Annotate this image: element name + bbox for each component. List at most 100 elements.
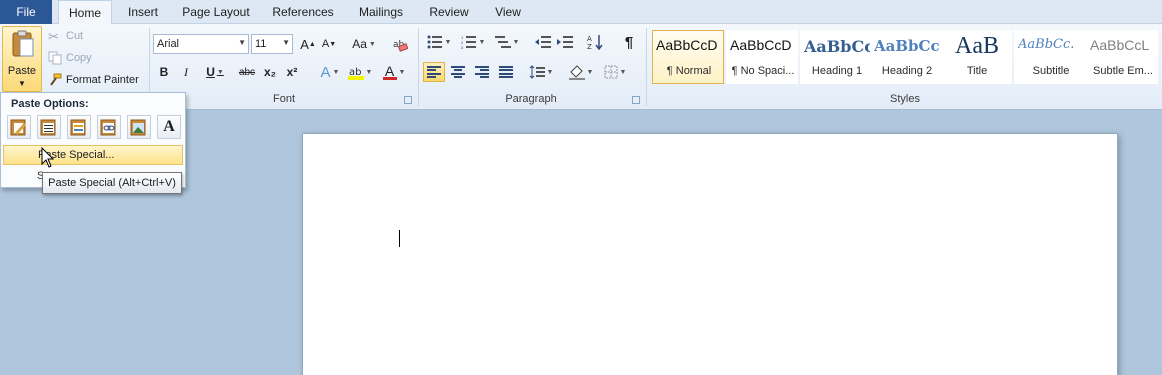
align-center-button[interactable] — [447, 62, 469, 82]
style-normal[interactable]: AaBbCcD ¶ Normal — [652, 30, 724, 84]
decrease-indent-icon — [535, 36, 551, 48]
cut-button[interactable]: ✂ Cut — [48, 26, 83, 46]
decrease-indent-button[interactable] — [532, 32, 554, 52]
underline-button[interactable]: U ▼ — [200, 62, 230, 82]
bullet-list-icon — [427, 35, 442, 49]
sort-button[interactable]: AZ — [584, 32, 606, 52]
subscript-button[interactable]: x₂ — [262, 62, 278, 82]
style-preview: AaBbCc — [874, 37, 940, 55]
paste-merge-formatting-option[interactable] — [37, 115, 61, 139]
chevron-down-icon[interactable]: ▼ — [3, 79, 41, 88]
increase-indent-icon — [557, 36, 573, 48]
text-only-icon: A — [163, 118, 175, 135]
svg-text:A: A — [587, 35, 592, 43]
style-subtle-emphasis[interactable]: AaBbCcL Subtle Em... — [1086, 30, 1158, 84]
chevron-down-icon[interactable]: ▼ — [238, 38, 246, 47]
tab-file[interactable]: File — [0, 0, 52, 24]
paste-link-option[interactable] — [97, 115, 121, 139]
chevron-down-icon[interactable]: ▼ — [282, 38, 290, 47]
grow-font-label: A — [300, 36, 309, 52]
tab-insert[interactable]: Insert — [118, 0, 168, 24]
shading-button[interactable]: ▼ — [566, 62, 596, 82]
style-subtitle[interactable]: AaBbCc. Subtitle — [1014, 30, 1086, 84]
tab-review[interactable]: Review — [422, 0, 476, 24]
numbering-button[interactable]: 1 2 3 ▼ — [458, 32, 488, 52]
bold-button[interactable]: B — [156, 62, 172, 82]
font-color-swatch — [382, 76, 397, 80]
style-preview: AaBbCcD — [730, 37, 792, 53]
increase-indent-button[interactable] — [554, 32, 576, 52]
group-divider — [418, 28, 419, 106]
document-page[interactable] — [302, 133, 1118, 375]
justify-button[interactable] — [495, 62, 517, 82]
paste-special-menu-item[interactable]: Paste Special... — [3, 145, 183, 165]
underline-label: U — [206, 65, 215, 79]
superscript-button[interactable]: x² — [284, 62, 300, 82]
style-no-spacing[interactable]: AaBbCcD ¶ No Spaci... — [726, 30, 798, 84]
style-name: Heading 1 — [811, 65, 863, 77]
svg-text:3: 3 — [461, 45, 464, 49]
font-color-button[interactable]: A ▼ — [380, 62, 408, 82]
tab-mailings[interactable]: Mailings — [350, 0, 412, 24]
paragraph-group-label: Paragraph — [505, 93, 557, 105]
sort-az-icon: AZ — [587, 35, 603, 50]
shrink-font-label: A — [321, 38, 330, 50]
paste-picture-option[interactable] — [127, 115, 151, 139]
ribbon-tab-bar: File Home Insert Page Layout References … — [0, 0, 1162, 25]
style-heading-2[interactable]: AaBbCc Heading 2 — [870, 30, 942, 84]
text-effects-label: A — [320, 63, 331, 81]
style-preview: AaBbCc — [804, 37, 870, 56]
multilevel-list-button[interactable]: ▼ — [492, 32, 522, 52]
borders-icon — [604, 65, 618, 79]
styles-group-label: Styles — [890, 93, 920, 105]
text-effects-button[interactable]: A ▼ — [316, 62, 344, 82]
style-preview: AaB — [955, 33, 999, 57]
paragraph-dialog-launcher[interactable] — [632, 96, 640, 104]
bullets-button[interactable]: ▼ — [424, 32, 454, 52]
paste-picture-icon — [130, 119, 146, 136]
font-dialog-launcher[interactable] — [404, 96, 412, 104]
italic-button[interactable]: I — [178, 62, 194, 82]
scissors-icon: ✂ — [48, 29, 59, 44]
paintbrush-icon — [48, 73, 62, 87]
paste-button[interactable]: Paste ▼ — [2, 26, 42, 92]
tab-view[interactable]: View — [486, 0, 530, 24]
strikethrough-button[interactable]: abc — [236, 62, 258, 82]
tab-page-layout[interactable]: Page Layout — [176, 0, 256, 24]
paste-merge-icon — [40, 119, 56, 136]
font-name-combo[interactable]: Arial ▼ — [153, 34, 249, 54]
paste-use-destination-styles-option[interactable] — [67, 115, 91, 139]
highlight-button[interactable]: ab ▼ — [346, 62, 374, 82]
align-right-button[interactable] — [471, 62, 493, 82]
paste-options-label: Paste Options: — [11, 98, 89, 110]
change-case-button[interactable]: Aa ▼ — [350, 34, 378, 54]
style-heading-1[interactable]: AaBbCc Heading 1 — [800, 30, 872, 84]
paste-keep-text-only-option[interactable]: A — [157, 115, 181, 139]
format-painter-button[interactable]: Format Painter — [48, 70, 139, 90]
borders-button[interactable]: ▼ — [600, 62, 630, 82]
copy-button[interactable]: Copy — [48, 48, 92, 68]
paste-link-icon — [100, 119, 116, 136]
style-preview: AaBbCcD — [656, 37, 718, 53]
style-title[interactable]: AaB Title — [940, 30, 1012, 84]
style-preview: AaBbCc. — [1018, 37, 1075, 52]
align-left-button[interactable] — [423, 62, 445, 82]
format-painter-label: Format Painter — [66, 74, 139, 86]
group-divider — [646, 28, 647, 106]
style-name: Subtitle — [1032, 65, 1070, 77]
font-size-combo[interactable]: 11 ▼ — [251, 34, 293, 54]
cut-label: Cut — [66, 30, 84, 42]
font-name-value: Arial — [157, 38, 180, 50]
line-spacing-button[interactable]: ▼ — [526, 62, 556, 82]
tab-home[interactable]: Home — [58, 0, 112, 25]
multilevel-list-icon — [494, 36, 511, 48]
grow-font-button[interactable]: A ▲ — [298, 34, 318, 54]
tab-references[interactable]: References — [266, 0, 340, 24]
show-formatting-marks-button[interactable]: ¶ — [618, 32, 640, 52]
paste-destination-styles-icon — [70, 119, 86, 136]
shrink-font-button[interactable]: A ▼ — [320, 34, 338, 54]
style-name: ¶ Normal — [666, 65, 712, 77]
paste-keep-source-formatting-option[interactable] — [7, 115, 31, 139]
clear-formatting-button[interactable]: ab — [390, 34, 410, 54]
align-right-icon — [475, 66, 489, 78]
